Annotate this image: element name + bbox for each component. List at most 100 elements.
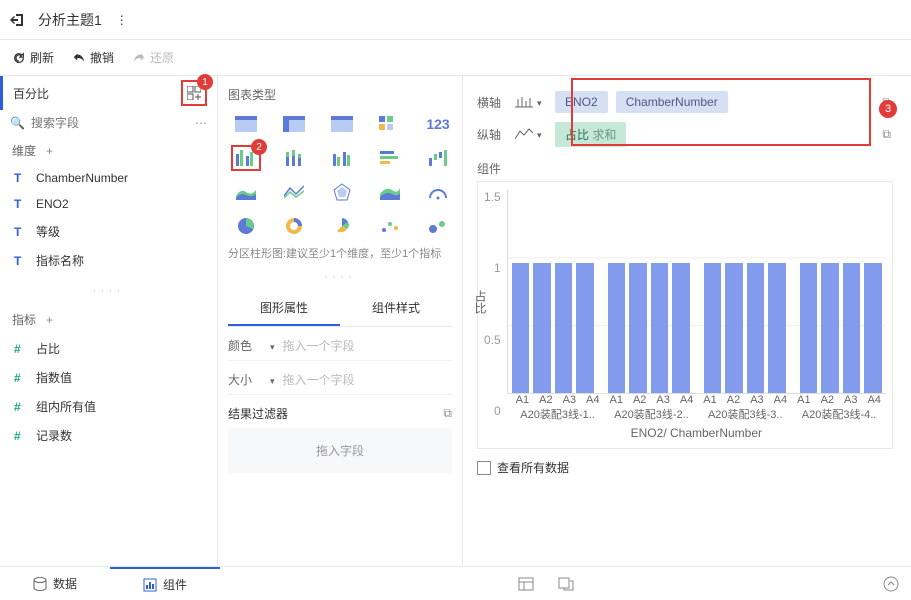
chart-type-gauge[interactable]: [420, 179, 456, 205]
dim-field[interactable]: T指标名称: [0, 246, 217, 275]
dim-field[interactable]: T等级: [0, 217, 217, 246]
chart-type-hbar[interactable]: [372, 145, 408, 171]
field-sidebar: 百分比 1 🔍 ⋯ 维度 TChamberNumber TENO2 T等级 T指…: [0, 76, 218, 566]
collapse-icon[interactable]: [871, 567, 911, 600]
tab-component[interactable]: 组件: [110, 567, 220, 600]
tab-style[interactable]: 组件样式: [340, 291, 452, 326]
size-drop[interactable]: 拖入一个字段: [283, 371, 452, 388]
footer-tabs: 数据 组件: [0, 566, 911, 600]
y-field-tag[interactable]: 占比 求和: [555, 122, 626, 147]
bar[interactable]: [512, 263, 530, 393]
color-drop[interactable]: 拖入一个字段: [283, 337, 452, 354]
bar[interactable]: [533, 263, 551, 393]
annotation-1: 1: [197, 74, 213, 90]
chart-type-area[interactable]: [228, 179, 264, 205]
y-axis-config-icon[interactable]: ⧉: [882, 127, 891, 142]
bars: [507, 190, 886, 394]
search-input[interactable]: [31, 116, 189, 130]
tab-shape[interactable]: 图形属性: [228, 291, 340, 326]
dim-field[interactable]: TChamberNumber: [0, 165, 217, 191]
bar[interactable]: [725, 263, 743, 393]
meas-field[interactable]: #指数值: [0, 363, 217, 392]
chart-type-pie[interactable]: [228, 213, 264, 239]
y-axis-title: 占比: [472, 290, 489, 314]
exit-icon[interactable]: [10, 12, 26, 28]
bar[interactable]: [608, 263, 626, 393]
chart-type-bubble[interactable]: [420, 213, 456, 239]
y-axis-icon[interactable]: [515, 127, 547, 141]
bar[interactable]: [821, 263, 839, 393]
measure-header: 指标: [0, 305, 217, 334]
y-axis-label: 纵轴: [477, 126, 507, 143]
checkbox-icon[interactable]: [477, 461, 491, 475]
chart-type-list[interactable]: [324, 111, 360, 137]
more-icon[interactable]: ⋮: [114, 12, 130, 28]
chart-type-stackedarea[interactable]: [372, 179, 408, 205]
dim-field[interactable]: TENO2: [0, 191, 217, 217]
x-axis-row: 横轴 ENO2 ChamberNumber ⧉: [477, 86, 893, 118]
view-all-data[interactable]: 查看所有数据: [477, 459, 893, 476]
bar[interactable]: [843, 263, 861, 393]
chart-type-kpi[interactable]: [372, 111, 408, 137]
chart-type-grouped-bar[interactable]: [324, 145, 360, 171]
chart-type-partition-bar[interactable]: 2: [228, 145, 264, 171]
bar[interactable]: [672, 263, 690, 393]
color-menu-icon[interactable]: [268, 339, 275, 353]
refresh-button[interactable]: 刷新: [12, 49, 54, 66]
page-title: 分析主题1: [38, 10, 102, 30]
size-label: 大小: [228, 371, 260, 388]
dataset-selector[interactable]: 百分比 1: [0, 76, 217, 110]
bar[interactable]: [576, 263, 594, 393]
undo-button[interactable]: 撤销: [72, 49, 114, 66]
chart-type-grid: 123 2: [228, 111, 452, 239]
filter-drop[interactable]: 拖入字段: [228, 428, 452, 473]
add-dim-icon[interactable]: [42, 144, 53, 158]
bar[interactable]: [704, 263, 722, 393]
bar[interactable]: [800, 263, 818, 393]
footer-icon-1[interactable]: [506, 567, 546, 600]
x-field-tag[interactable]: ENO2: [555, 91, 608, 113]
bar[interactable]: [747, 263, 765, 393]
bar[interactable]: [555, 263, 573, 393]
x-axis-label: 横轴: [477, 94, 507, 111]
component-label: 组件: [477, 160, 893, 177]
bar[interactable]: [629, 263, 647, 393]
search-more-icon[interactable]: ⋯: [195, 116, 207, 130]
x-axis-icon[interactable]: [515, 95, 547, 109]
meas-field[interactable]: #记录数: [0, 421, 217, 450]
color-row[interactable]: 颜色 拖入一个字段: [228, 337, 452, 361]
bar[interactable]: [768, 263, 786, 393]
meas-field[interactable]: #组内所有值: [0, 392, 217, 421]
tab-data[interactable]: 数据: [0, 567, 110, 600]
chart-type-label: 图表类型: [228, 86, 452, 103]
property-tabs: 图形属性 组件样式: [228, 291, 452, 327]
chart-canvas: 占比 1.5 1 0.5 0: [477, 181, 893, 449]
chart-config: 图表类型 123 2 分区柱形图:建议至: [218, 76, 463, 566]
filter-label: 结果过滤器: [228, 405, 288, 422]
chart-type-line[interactable]: [276, 179, 312, 205]
bar[interactable]: [864, 263, 882, 393]
redo-button[interactable]: 还原: [132, 49, 174, 66]
chart-type-radar[interactable]: [324, 179, 360, 205]
footer-icon-2[interactable]: [546, 567, 586, 600]
add-meas-icon[interactable]: [42, 313, 53, 327]
chart-type-donut[interactable]: [276, 213, 312, 239]
bar[interactable]: [651, 263, 669, 393]
filter-config-icon[interactable]: ⧉: [443, 406, 452, 421]
chart-type-table[interactable]: [228, 111, 264, 137]
meas-field[interactable]: #占比: [0, 334, 217, 363]
chart-type-number[interactable]: 123: [420, 111, 456, 137]
chart-type-rose[interactable]: [324, 213, 360, 239]
x-axis-title: ENO2/ ChamberNumber: [507, 426, 886, 440]
annotation-2: 2: [251, 139, 267, 155]
chart-type-crosstab[interactable]: [276, 111, 312, 137]
chart-type-scatter[interactable]: [372, 213, 408, 239]
toolbar: 刷新 撤销 还原: [0, 40, 911, 76]
chart-hint: 分区柱形图:建议至少1个维度，至少1个指标: [228, 245, 452, 261]
size-menu-icon[interactable]: [268, 373, 275, 387]
chart-type-stacked-bar[interactable]: [276, 145, 312, 171]
chart-type-waterfall[interactable]: [420, 145, 456, 171]
x-field-tag[interactable]: ChamberNumber: [616, 91, 728, 113]
size-row[interactable]: 大小 拖入一个字段: [228, 371, 452, 395]
search-row: 🔍 ⋯: [0, 110, 217, 136]
